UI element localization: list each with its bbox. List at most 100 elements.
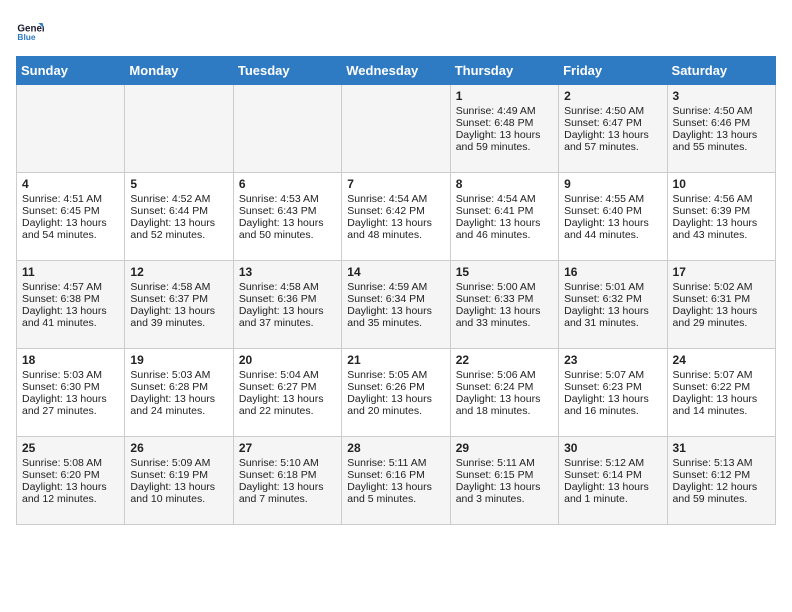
calendar-cell xyxy=(233,85,341,173)
day-info: and 39 minutes. xyxy=(130,317,227,329)
day-number: 22 xyxy=(456,353,553,367)
day-info: and 27 minutes. xyxy=(22,405,119,417)
calendar-cell: 16 Sunrise: 5:01 AMSunset: 6:32 PMDayligh… xyxy=(559,261,667,349)
day-info: Daylight: 13 hours xyxy=(130,481,227,493)
day-info: Sunrise: 5:12 AM xyxy=(564,457,661,469)
calendar-cell: 25Sunrise: 5:08 AMSunset: 6:20 PMDayligh… xyxy=(17,437,125,525)
day-number: 4 xyxy=(22,177,119,191)
day-info: Sunset: 6:26 PM xyxy=(347,381,444,393)
day-info: Sunrise: 4:51 AM xyxy=(22,193,119,205)
day-number: 24 xyxy=(673,353,770,367)
day-info: Sunset: 6:41 PM xyxy=(456,205,553,217)
day-info: Sunrise: 5:02 AM xyxy=(673,281,770,293)
day-info: Sunrise: 5:00 AM xyxy=(456,281,553,293)
day-info: Sunset: 6:39 PM xyxy=(673,205,770,217)
day-info: and 22 minutes. xyxy=(239,405,336,417)
day-number: 8 xyxy=(456,177,553,191)
day-info: Sunset: 6:22 PM xyxy=(673,381,770,393)
day-number: 20 xyxy=(239,353,336,367)
day-info: Daylight: 13 hours xyxy=(673,305,770,317)
day-number: 18 xyxy=(22,353,119,367)
day-info: Daylight: 13 hours xyxy=(564,393,661,405)
day-info: Daylight: 13 hours xyxy=(347,217,444,229)
day-info: Sunset: 6:24 PM xyxy=(456,381,553,393)
day-info: and 55 minutes. xyxy=(673,141,770,153)
day-info: Sunset: 6:33 PM xyxy=(456,293,553,305)
weekday-header: Saturday xyxy=(667,57,775,85)
day-number: 12 xyxy=(130,265,227,279)
calendar-cell: 17Sunrise: 5:02 AMSunset: 6:31 PMDayligh… xyxy=(667,261,775,349)
day-number: 1 xyxy=(456,89,553,103)
day-number: 28 xyxy=(347,441,444,455)
calendar-cell: 26Sunrise: 5:09 AMSunset: 6:19 PMDayligh… xyxy=(125,437,233,525)
day-info: Sunset: 6:43 PM xyxy=(239,205,336,217)
weekday-header: Wednesday xyxy=(342,57,450,85)
calendar-cell: 10Sunrise: 4:56 AMSunset: 6:39 PMDayligh… xyxy=(667,173,775,261)
day-info: Sunrise: 5:06 AM xyxy=(456,369,553,381)
day-info: Sunrise: 4:52 AM xyxy=(130,193,227,205)
day-info: Daylight: 13 hours xyxy=(456,393,553,405)
day-info: Sunset: 6:27 PM xyxy=(239,381,336,393)
day-info: and 31 minutes. xyxy=(564,317,661,329)
day-info: and 59 minutes. xyxy=(673,493,770,505)
calendar-cell: 6Sunrise: 4:53 AMSunset: 6:43 PMDaylight… xyxy=(233,173,341,261)
day-info: Daylight: 13 hours xyxy=(347,305,444,317)
day-info: Sunset: 6:16 PM xyxy=(347,469,444,481)
weekday-header: Tuesday xyxy=(233,57,341,85)
day-info: Sunset: 6:46 PM xyxy=(673,117,770,129)
day-info: Daylight: 13 hours xyxy=(130,217,227,229)
day-info: Daylight: 13 hours xyxy=(456,217,553,229)
calendar-cell: 2Sunrise: 4:50 AMSunset: 6:47 PMDaylight… xyxy=(559,85,667,173)
day-info: and 46 minutes. xyxy=(456,229,553,241)
day-info: and 57 minutes. xyxy=(564,141,661,153)
calendar-cell: 18Sunrise: 5:03 AMSunset: 6:30 PMDayligh… xyxy=(17,349,125,437)
calendar-cell: 1Sunrise: 4:49 AMSunset: 6:48 PMDaylight… xyxy=(450,85,558,173)
day-number: 11 xyxy=(22,265,119,279)
day-info: Daylight: 13 hours xyxy=(456,305,553,317)
day-info: Sunset: 6:18 PM xyxy=(239,469,336,481)
day-info: Daylight: 13 hours xyxy=(22,481,119,493)
day-info: Sunset: 6:32 PM xyxy=(564,293,661,305)
day-number: 7 xyxy=(347,177,444,191)
day-info: and 44 minutes. xyxy=(564,229,661,241)
day-info: Sunrise: 4:50 AM xyxy=(564,105,661,117)
day-info: Daylight: 12 hours xyxy=(673,481,770,493)
day-info: Sunrise: 5:07 AM xyxy=(673,369,770,381)
day-info: Sunrise: 4:50 AM xyxy=(673,105,770,117)
day-info: Sunset: 6:36 PM xyxy=(239,293,336,305)
calendar-cell: 11Sunrise: 4:57 AMSunset: 6:38 PMDayligh… xyxy=(17,261,125,349)
day-info: Daylight: 13 hours xyxy=(564,305,661,317)
calendar-cell: 28Sunrise: 5:11 AMSunset: 6:16 PMDayligh… xyxy=(342,437,450,525)
day-info: Daylight: 13 hours xyxy=(456,129,553,141)
day-info: Sunrise: 5:03 AM xyxy=(22,369,119,381)
day-info: and 20 minutes. xyxy=(347,405,444,417)
calendar-cell: 14Sunrise: 4:59 AMSunset: 6:34 PMDayligh… xyxy=(342,261,450,349)
day-info: and 50 minutes. xyxy=(239,229,336,241)
day-number: 16 xyxy=(564,265,661,279)
day-number: 21 xyxy=(347,353,444,367)
calendar-cell xyxy=(342,85,450,173)
calendar-cell: 19Sunrise: 5:03 AMSunset: 6:28 PMDayligh… xyxy=(125,349,233,437)
day-number: 10 xyxy=(673,177,770,191)
day-info: Sunset: 6:15 PM xyxy=(456,469,553,481)
calendar-cell: 23Sunrise: 5:07 AMSunset: 6:23 PMDayligh… xyxy=(559,349,667,437)
day-info: and 35 minutes. xyxy=(347,317,444,329)
day-info: Daylight: 13 hours xyxy=(564,217,661,229)
weekday-header: Friday xyxy=(559,57,667,85)
day-number: 26 xyxy=(130,441,227,455)
day-info: Sunrise: 4:56 AM xyxy=(673,193,770,205)
weekday-header: Sunday xyxy=(17,57,125,85)
day-info: Daylight: 13 hours xyxy=(673,393,770,405)
day-number: 9 xyxy=(564,177,661,191)
calendar-cell: 24 Sunrise: 5:07 AMSunset: 6:22 PMDayligh… xyxy=(667,349,775,437)
day-number: 14 xyxy=(347,265,444,279)
day-info: and 3 minutes. xyxy=(456,493,553,505)
day-number: 13 xyxy=(239,265,336,279)
day-info: and 52 minutes. xyxy=(130,229,227,241)
day-info: Sunrise: 5:01 AM xyxy=(564,281,661,293)
day-info: Sunrise: 5:13 AM xyxy=(673,457,770,469)
day-number: 15 xyxy=(456,265,553,279)
day-number: 19 xyxy=(130,353,227,367)
calendar-cell: 29Sunrise: 5:11 AMSunset: 6:15 PMDayligh… xyxy=(450,437,558,525)
day-info: and 5 minutes. xyxy=(347,493,444,505)
